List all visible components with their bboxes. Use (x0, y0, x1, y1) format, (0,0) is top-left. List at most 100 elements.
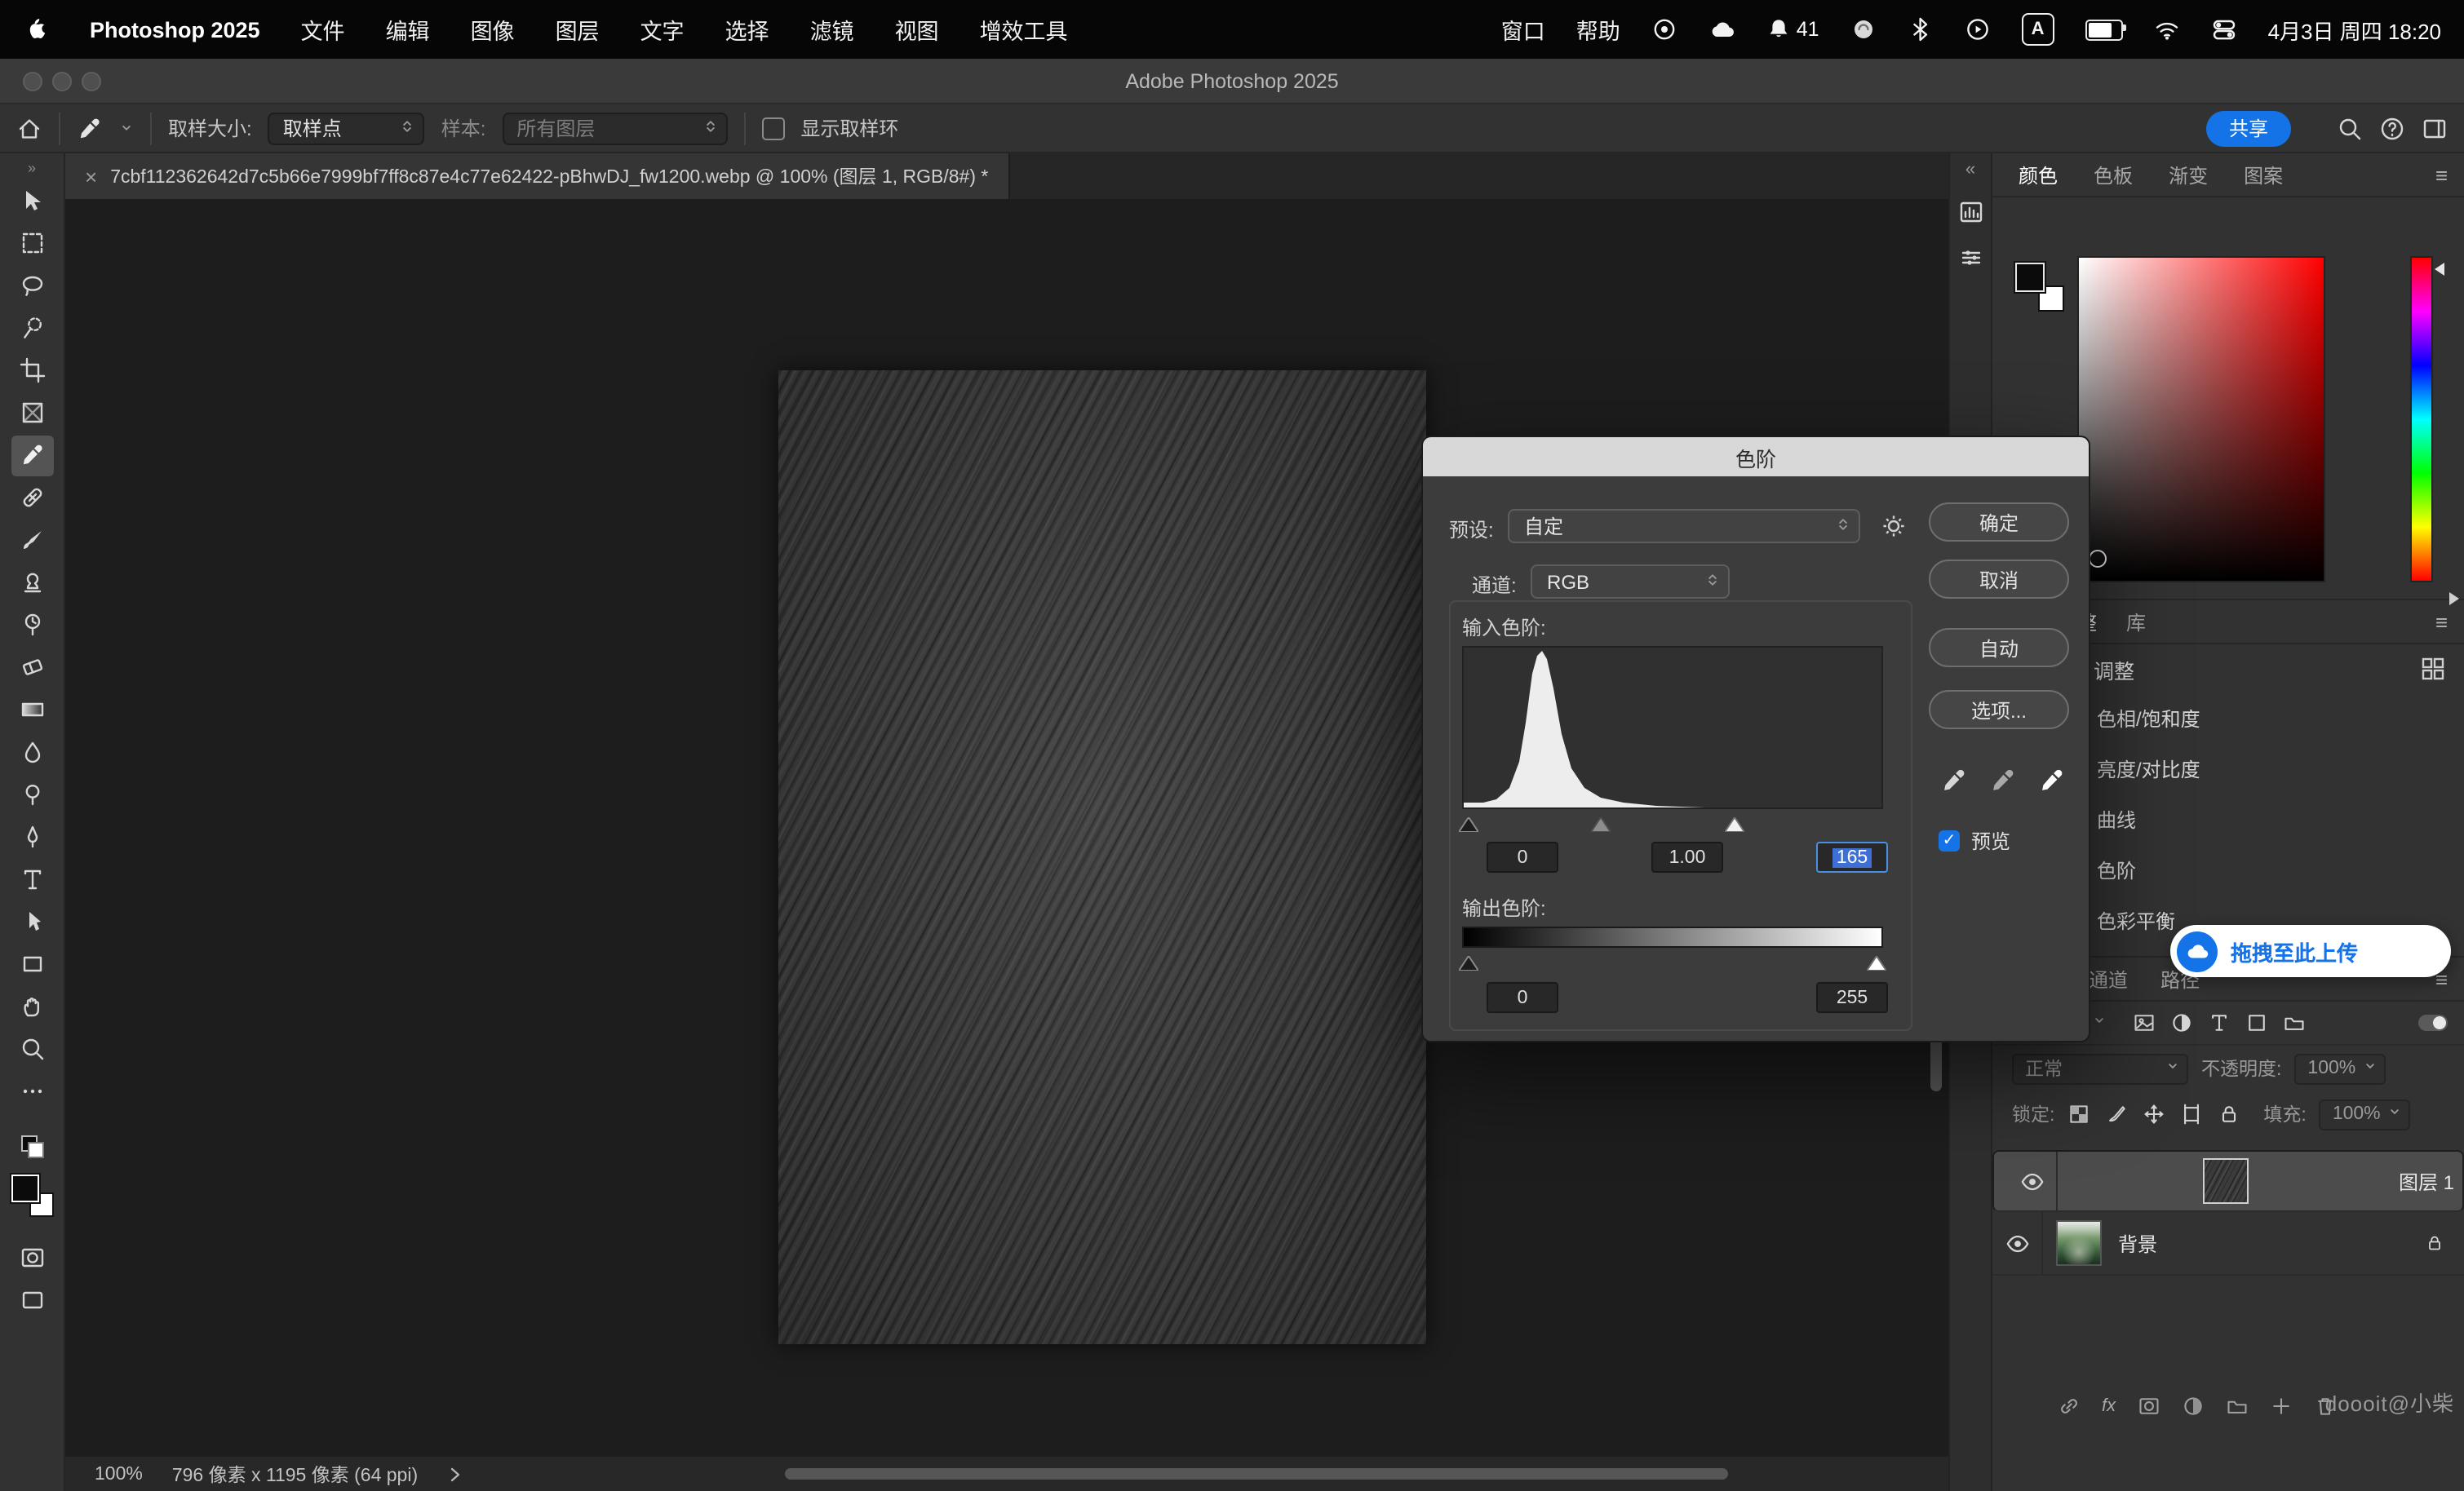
creative-cloud-icon[interactable] (1708, 16, 1735, 42)
midtone-slider[interactable] (1591, 811, 1611, 825)
link-layers-icon[interactable] (2058, 1395, 2081, 1418)
default-colors-icon[interactable] (20, 1135, 43, 1158)
grid-view-icon[interactable] (2422, 657, 2444, 680)
color-cursor-icon[interactable] (2089, 550, 2107, 568)
close-tab-icon[interactable]: × (85, 164, 97, 188)
foreground-color-square[interactable] (2015, 263, 2045, 292)
eye-icon[interactable] (2005, 1231, 2029, 1255)
dodge-tool-icon[interactable] (11, 774, 53, 815)
new-group-icon[interactable] (2225, 1395, 2248, 1418)
panel-menu-icon[interactable]: ≡ (2435, 162, 2448, 187)
apple-menu-icon[interactable] (23, 16, 49, 42)
history-brush-tool-icon[interactable] (11, 604, 53, 645)
control-center-icon[interactable] (2211, 16, 2237, 42)
histogram-panel-icon[interactable] (1957, 199, 1983, 225)
panel-color-swatches[interactable] (2015, 263, 2064, 312)
levels-dialog[interactable]: 色阶 预设: 自定 确定 取消 自动 选项... 通道: RGB 输入色阶: 0… (1421, 436, 2090, 1042)
lock-pixels-icon[interactable] (2105, 1103, 2128, 1126)
layer-effects-icon[interactable]: fx (2102, 1396, 2116, 1416)
layer-visibility-cell[interactable] (2007, 1152, 2058, 1210)
menu-item-plugins[interactable]: 增效工具 (980, 13, 1068, 46)
black-point-eyedropper-icon[interactable] (1940, 767, 1968, 794)
color-swatches[interactable] (11, 1175, 53, 1217)
document-image[interactable] (778, 370, 1426, 1344)
share-button[interactable]: 共享 (2206, 110, 2291, 146)
brush-tool-icon[interactable] (11, 520, 53, 560)
battery-icon[interactable] (2085, 19, 2123, 40)
input-method-badge[interactable]: A (2022, 13, 2054, 46)
type-tool-icon[interactable] (11, 859, 53, 900)
new-layer-icon[interactable] (2269, 1395, 2292, 1418)
menu-item-select[interactable]: 选择 (725, 13, 769, 46)
input-black-field[interactable]: 0 (1487, 842, 1558, 873)
fill-select[interactable]: 100% (2320, 1099, 2411, 1130)
lock-all-icon[interactable] (2218, 1103, 2240, 1126)
show-sampling-ring-checkbox[interactable] (761, 117, 784, 139)
help-icon[interactable] (2379, 115, 2405, 141)
assistant-icon[interactable] (1850, 16, 1877, 42)
menu-item-edit[interactable]: 编辑 (386, 13, 430, 46)
input-white-field[interactable]: 165 (1816, 842, 1888, 873)
gray-point-eyedropper-icon[interactable] (1989, 767, 2017, 794)
auto-button[interactable]: 自动 (1929, 628, 2069, 667)
healing-tool-icon[interactable] (11, 477, 53, 518)
input-gamma-field[interactable]: 1.00 (1651, 842, 1723, 873)
output-white-field[interactable]: 255 (1816, 982, 1888, 1013)
white-point-slider[interactable] (1725, 811, 1744, 825)
home-icon[interactable] (16, 115, 42, 141)
lock-position-icon[interactable] (2143, 1103, 2165, 1126)
crop-tool-icon[interactable] (11, 350, 53, 391)
hue-slider-marker[interactable] (2435, 263, 2444, 276)
layer-row-background[interactable]: 背景 (1992, 1212, 2464, 1276)
filter-pixel-layer-icon[interactable] (2133, 1011, 2156, 1034)
lasso-tool-icon[interactable] (11, 265, 53, 306)
status-chevron-icon[interactable] (447, 1466, 463, 1482)
menu-item-view[interactable]: 视图 (895, 13, 939, 46)
output-black-slider[interactable] (1459, 949, 1478, 964)
screen-mode-icon[interactable] (11, 1279, 53, 1320)
blend-mode-select[interactable]: 正常 (2012, 1053, 2188, 1084)
lock-transparency-icon[interactable] (2067, 1103, 2090, 1126)
eye-icon[interactable] (2019, 1169, 2044, 1193)
preset-chevron-icon[interactable] (119, 113, 134, 143)
quick-select-tool-icon[interactable] (11, 307, 53, 348)
hand-tool-icon[interactable] (11, 986, 53, 1027)
filter-type-layer-icon[interactable] (2208, 1011, 2231, 1034)
workspace-icon[interactable] (2422, 115, 2448, 141)
sample-size-select[interactable]: 取样点 (268, 112, 425, 144)
document-tab[interactable]: × 7cbf112362642d7c5b66e7999bf7ff8c87e4c7… (65, 153, 1009, 199)
quick-mask-icon[interactable] (11, 1237, 53, 1277)
new-adjustment-layer-icon[interactable] (2181, 1395, 2204, 1418)
layer-row-layer1[interactable]: 图层 1 (1992, 1150, 2464, 1212)
panel-menu-icon[interactable]: ≡ (2435, 609, 2448, 634)
eyedropper-tool-icon[interactable] (11, 435, 53, 476)
tab-color[interactable]: 颜色 (2019, 161, 2058, 188)
eraser-tool-icon[interactable] (11, 647, 53, 688)
bluetooth-icon[interactable] (1908, 16, 1934, 42)
layer-thumbnail[interactable] (2056, 1220, 2102, 1266)
options-button[interactable]: 选项... (1929, 690, 2069, 729)
zoom-level[interactable]: 100% (95, 1464, 143, 1484)
menu-item-layer[interactable]: 图层 (556, 13, 600, 46)
opacity-select[interactable]: 100% (2294, 1053, 2386, 1084)
menu-item-file[interactable]: 文件 (301, 13, 345, 46)
tab-swatches[interactable]: 色板 (2094, 161, 2133, 188)
foreground-color-swatch[interactable] (11, 1175, 38, 1202)
move-tool-icon[interactable] (11, 180, 53, 221)
play-circle-icon[interactable] (1965, 16, 1991, 42)
clone-stamp-tool-icon[interactable] (11, 562, 53, 603)
menu-clock[interactable]: 4月3日 周四 18:20 (2268, 14, 2441, 45)
more-tools-icon[interactable] (11, 1071, 53, 1112)
menu-item-type[interactable]: 文字 (640, 13, 685, 46)
expand-dock-icon[interactable]: « (1965, 160, 1975, 179)
layer-name[interactable]: 图层 1 (2399, 1167, 2454, 1195)
filter-toggle[interactable] (2418, 1015, 2448, 1031)
gradient-tool-icon[interactable] (11, 689, 53, 730)
tab-channels[interactable]: 通道 (2089, 965, 2128, 993)
saturation-brightness-field[interactable] (2077, 256, 2325, 582)
notification-bell[interactable]: 41 (1766, 16, 1819, 42)
black-point-slider[interactable] (1459, 811, 1478, 825)
app-menu-name[interactable]: Photoshop 2025 (90, 17, 260, 42)
sample-select[interactable]: 所有图层 (502, 112, 727, 144)
upload-overlay[interactable]: 拖拽至此上传 (2170, 925, 2451, 977)
